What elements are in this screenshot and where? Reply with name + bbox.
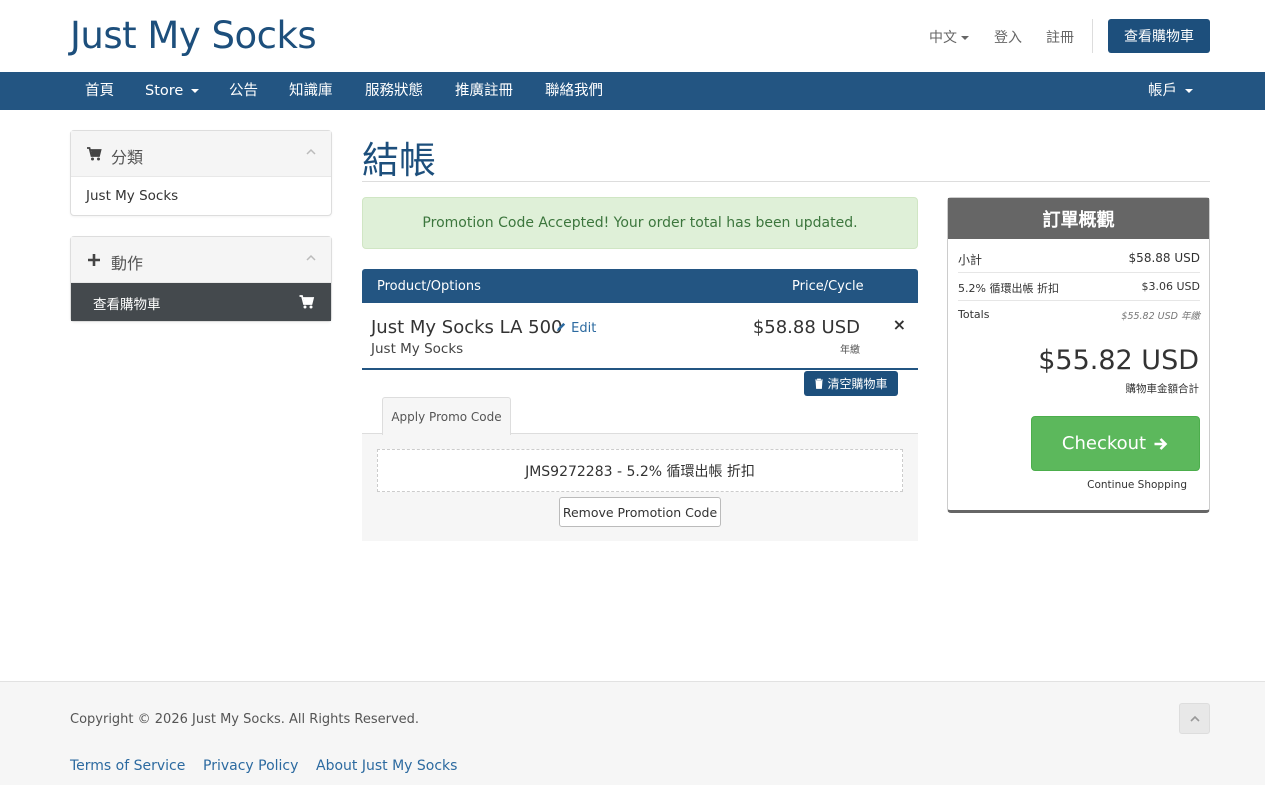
nav-account[interactable]: 帳戶 (1148, 72, 1193, 110)
nav-store[interactable]: Store (145, 72, 200, 110)
totals-row: Totals $55.82 USD 年繳 (958, 301, 1200, 327)
cart-item-row: Just My Socks LA 500 Edit Just My Socks … (362, 303, 918, 370)
site-footer: Copyright © 2026 Just My Socks. All Righ… (0, 681, 1265, 785)
cart-table-header: Product/Options Price/Cycle (362, 269, 918, 303)
main-navbar: 首頁 Store 公告 知識庫 服務狀態 推廣註冊 聯絡我們 帳戶 (0, 72, 1265, 110)
categories-panel: 分類 Just My Socks (70, 130, 332, 216)
remove-promo-button[interactable]: Remove Promotion Code (559, 497, 721, 527)
categories-panel-header[interactable]: 分類 (71, 131, 331, 177)
edit-product-link[interactable]: Edit (556, 321, 596, 336)
nav-store-label: Store (145, 83, 184, 99)
discount-row: 5.2% 循環出帳 折扣 $3.06 USD (958, 273, 1200, 301)
language-label: 中文 (929, 30, 957, 46)
nav-announcements[interactable]: 公告 (229, 72, 258, 110)
totals-label: Totals (958, 308, 990, 321)
site-header: Just My Socks 中文 登入 註冊 查看購物車 (0, 0, 1265, 72)
copyright-text: Copyright © 2026 Just My Socks. All Righ… (70, 712, 420, 727)
continue-shopping-link[interactable]: Continue Shopping (1087, 479, 1187, 491)
edit-label: Edit (571, 321, 597, 336)
privacy-link[interactable]: Privacy Policy (203, 758, 298, 774)
subtotal-value: $58.88 USD (1128, 251, 1200, 265)
view-cart-button[interactable]: 查看購物車 (1108, 19, 1210, 53)
caret-down-icon (961, 36, 969, 40)
category-item[interactable]: Just My Socks (71, 177, 331, 215)
trash-icon (815, 378, 824, 389)
language-selector[interactable]: 中文 (929, 27, 969, 47)
promo-success-alert: Promotion Code Accepted! Your order tota… (362, 197, 918, 249)
shopping-cart-icon (87, 147, 102, 161)
header-divider (1092, 19, 1093, 53)
checkout-label: Checkout (1061, 433, 1147, 454)
product-name: Just My Socks LA 500 (371, 317, 563, 338)
register-link[interactable]: 註冊 (1046, 27, 1074, 47)
chevron-up-icon (306, 148, 316, 155)
product-price: $58.88 USD (752, 317, 860, 338)
chevron-up-icon (1189, 715, 1200, 722)
title-divider (362, 181, 1210, 182)
cart-total-label: 購物車金額合計 (1125, 383, 1200, 395)
discount-label: 5.2% 循環出帳 折扣 (958, 282, 1059, 295)
categories-title: 分類 (111, 148, 144, 167)
about-link[interactable]: About Just My Socks (316, 758, 457, 774)
nav-contact[interactable]: 聯絡我們 (545, 72, 603, 110)
caret-down-icon (191, 89, 200, 93)
nav-affiliates[interactable]: 推廣註冊 (455, 72, 513, 110)
pencil-icon (556, 322, 566, 332)
order-summary: 訂單概觀 小計 $58.88 USD 5.2% 循環出帳 折扣 $3.06 US… (947, 197, 1210, 513)
empty-cart-button[interactable]: 清空購物車 (804, 371, 898, 396)
totals-value: $55.82 USD 年繳 (1121, 311, 1200, 322)
actions-panel: 動作 查看購物車 (70, 236, 332, 322)
remove-item-icon[interactable]: × (893, 315, 906, 334)
chevron-up-icon (306, 254, 316, 261)
nav-home[interactable]: 首頁 (85, 72, 114, 110)
caret-down-icon (1185, 89, 1193, 93)
product-group: Just My Socks (371, 341, 464, 357)
nav-service-status[interactable]: 服務狀態 (365, 72, 423, 110)
sidebar-view-cart[interactable]: 查看購物車 (71, 283, 331, 321)
site-logo[interactable]: Just My Socks (70, 14, 317, 57)
discount-value: $3.06 USD (1141, 280, 1201, 293)
col-product-header: Product/Options (377, 279, 481, 294)
sidebar-view-cart-label: 查看購物車 (93, 297, 161, 313)
actions-panel-header[interactable]: 動作 (71, 237, 331, 283)
subtotal-row: 小計 $58.88 USD (958, 243, 1200, 273)
checkout-button[interactable]: Checkout (1031, 416, 1200, 471)
terms-link[interactable]: Terms of Service (70, 758, 185, 774)
subtotal-label: 小計 (958, 253, 983, 267)
arrow-right-icon (1154, 437, 1168, 450)
cart-total: $55.82 USD (1038, 345, 1199, 376)
nav-knowledgebase[interactable]: 知識庫 (289, 72, 333, 110)
actions-title: 動作 (111, 254, 144, 273)
tab-apply-promo[interactable]: Apply Promo Code (382, 397, 511, 435)
login-link[interactable]: 登入 (994, 27, 1022, 47)
col-price-header: Price/Cycle (792, 279, 864, 294)
shopping-cart-icon (299, 295, 315, 309)
applied-promo-code: JMS9272283 - 5.2% 循環出帳 折扣 (377, 449, 903, 492)
billing-cycle: 年繳 (840, 345, 860, 356)
summary-title: 訂單概觀 (948, 198, 1209, 239)
page-title: 結帳 (362, 139, 436, 182)
back-to-top-button[interactable] (1179, 703, 1210, 734)
nav-account-label: 帳戶 (1148, 83, 1177, 99)
plus-icon (88, 254, 100, 266)
empty-cart-label: 清空購物車 (827, 377, 888, 391)
